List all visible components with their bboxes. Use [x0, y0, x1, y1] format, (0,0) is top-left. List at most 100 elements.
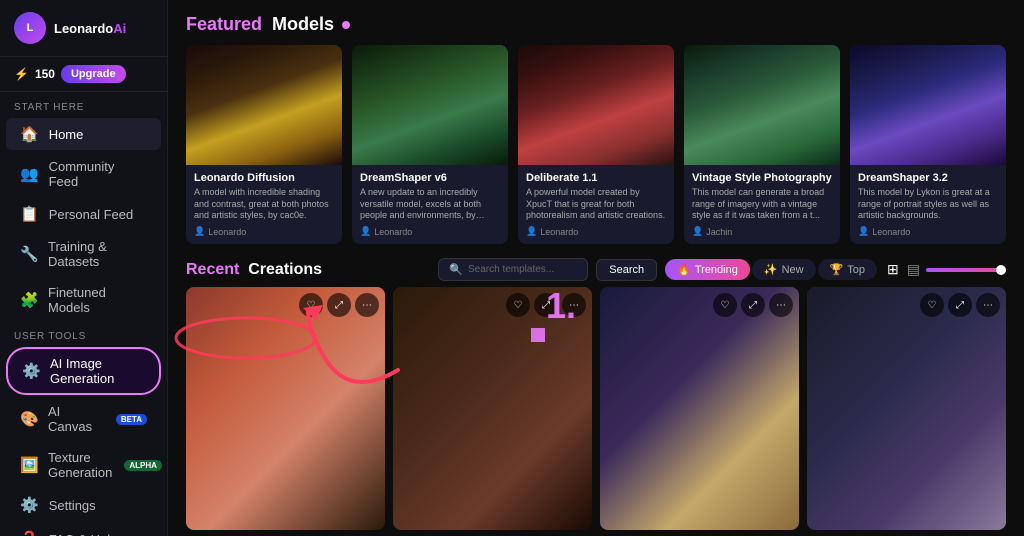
image-2 — [600, 287, 799, 530]
featured-grid: Leonardo Diffusion A model with incredib… — [186, 45, 1006, 244]
image-3 — [807, 287, 1006, 530]
sidebar: L LeonardoAi ⚡ 150 Upgrade Start Here 🏠 … — [0, 0, 168, 536]
token-icon: ⚡ — [14, 67, 29, 81]
model-card-name-0: Leonardo Diffusion — [194, 172, 334, 184]
sidebar-item-label: Home — [49, 127, 84, 142]
model-card-1[interactable]: DreamShaper v6 A new update to an incred… — [352, 45, 508, 244]
token-count: 150 — [35, 67, 55, 81]
finetuned-icon: 🧩 — [20, 291, 38, 309]
model-card-info-4: DreamShaper 3.2 This model by Lykon is g… — [850, 165, 1006, 244]
sidebar-item-texture[interactable]: 🖼️ Texture Generation ALPHA — [6, 443, 161, 487]
expand-button-0[interactable]: ⤢ — [327, 293, 351, 317]
sidebar-item-label: Training & Datasets — [48, 239, 147, 269]
author-icon-4: 👤 — [858, 226, 869, 237]
model-card-3[interactable]: Vintage Style Photography This model can… — [684, 45, 840, 244]
model-card-desc-2: A powerful model created by XpucT that i… — [526, 187, 666, 222]
more-button-3[interactable]: ⋯ — [976, 293, 1000, 317]
like-button-1[interactable]: ♡ — [506, 293, 530, 317]
settings-icon: ⚙️ — [20, 496, 39, 514]
author-icon-0: 👤 — [194, 226, 205, 237]
logo-text: LeonardoAi — [54, 21, 126, 36]
beta-badge: BETA — [116, 414, 147, 425]
grid-view-button[interactable]: ⊞ — [885, 259, 901, 280]
model-card-author-1: 👤 Leonardo — [360, 226, 500, 237]
image-overlay-2: ♡ ⤢ ⋯ — [713, 293, 793, 317]
training-icon: 🔧 — [20, 245, 38, 263]
search-button[interactable]: Search — [596, 259, 657, 281]
tab-new[interactable]: ✨ New — [752, 259, 816, 280]
avatar: L — [14, 12, 46, 44]
image-0 — [186, 287, 385, 530]
search-icon: 🔍 — [449, 263, 463, 276]
sidebar-item-personal-feed[interactable]: 📋 Personal Feed — [6, 198, 161, 230]
sidebar-item-ai-image[interactable]: ⚙️ AI Image Generation — [6, 347, 161, 395]
recent-highlight: Recent — [186, 261, 239, 278]
top-icon: 🏆 — [830, 263, 844, 276]
upgrade-button[interactable]: Upgrade — [61, 65, 126, 83]
sidebar-item-label: Settings — [49, 498, 96, 513]
model-card-image-0 — [186, 45, 342, 165]
home-icon: 🏠 — [20, 125, 39, 143]
model-card-author-4: 👤 Leonardo — [858, 226, 998, 237]
new-icon: ✨ — [764, 263, 778, 276]
sidebar-item-label: Personal Feed — [49, 207, 134, 222]
model-card-2[interactable]: Deliberate 1.1 A powerful model created … — [518, 45, 674, 244]
model-card-name-3: Vintage Style Photography — [692, 172, 832, 184]
sidebar-item-ai-canvas[interactable]: 🎨 AI Canvas BETA — [6, 397, 161, 441]
more-button-1[interactable]: ⋯ — [562, 293, 586, 317]
tab-trending[interactable]: 🔥 Trending — [665, 259, 750, 280]
search-bar[interactable]: 🔍 Search templates... — [438, 258, 588, 281]
expand-button-1[interactable]: ⤢ — [534, 293, 558, 317]
model-card-name-4: DreamShaper 3.2 — [858, 172, 998, 184]
featured-section: Featured Models Leonardo Diffusion A mod… — [168, 0, 1024, 252]
model-card-author-2: 👤 Leonardo — [526, 226, 666, 237]
image-overlay-1: ♡ ⤢ ⋯ — [506, 293, 586, 317]
model-card-info-2: Deliberate 1.1 A powerful model created … — [518, 165, 674, 244]
community-icon: 👥 — [20, 165, 39, 183]
model-card-0[interactable]: Leonardo Diffusion A model with incredib… — [186, 45, 342, 244]
sidebar-item-label: Texture Generation — [48, 450, 112, 480]
like-button-3[interactable]: ♡ — [920, 293, 944, 317]
model-card-desc-0: A model with incredible shading and cont… — [194, 187, 334, 222]
model-card-author-3: 👤 Jachin — [692, 226, 832, 237]
sidebar-item-label: AI Canvas — [48, 404, 104, 434]
author-icon-1: 👤 — [360, 226, 371, 237]
view-controls: ⊞ ▤ — [885, 259, 1006, 280]
sidebar-item-training[interactable]: 🔧 Training & Datasets — [6, 232, 161, 276]
sidebar-item-label: FAQ & Help — [49, 532, 118, 536]
recent-title: Recent Creations — [186, 261, 322, 279]
like-button-0[interactable]: ♡ — [299, 293, 323, 317]
model-card-author-0: 👤 Leonardo — [194, 226, 334, 237]
search-placeholder: Search templates... — [468, 264, 554, 275]
expand-button-2[interactable]: ⤢ — [741, 293, 765, 317]
models-word: Models — [272, 14, 334, 34]
expand-button-3[interactable]: ⤢ — [948, 293, 972, 317]
image-overlay-3: ♡ ⤢ ⋯ — [920, 293, 1000, 317]
image-card-0[interactable]: ♡ ⤢ ⋯ — [186, 287, 385, 530]
sidebar-item-community-feed[interactable]: 👥 Community Feed — [6, 152, 161, 196]
image-card-2[interactable]: ♡ ⤢ ⋯ — [600, 287, 799, 530]
sidebar-item-label: AI Image Generation — [50, 356, 145, 386]
sidebar-item-settings[interactable]: ⚙️ Settings — [6, 489, 161, 521]
trending-icon: 🔥 — [677, 263, 691, 276]
sidebar-item-finetuned[interactable]: 🧩 Finetuned Models — [6, 278, 161, 322]
sidebar-item-home[interactable]: 🏠 Home — [6, 118, 161, 150]
list-view-button[interactable]: ▤ — [905, 259, 922, 280]
model-card-info-3: Vintage Style Photography This model can… — [684, 165, 840, 244]
model-card-desc-3: This model can generate a broad range of… — [692, 187, 832, 222]
like-button-2[interactable]: ♡ — [713, 293, 737, 317]
image-1 — [393, 287, 592, 530]
tab-top[interactable]: 🏆 Top — [818, 259, 877, 280]
sidebar-item-label: Community Feed — [49, 159, 147, 189]
more-button-0[interactable]: ⋯ — [355, 293, 379, 317]
image-card-1[interactable]: ♡ ⤢ ⋯ — [393, 287, 592, 530]
size-slider[interactable] — [926, 268, 1006, 272]
featured-title-text: Featured Models — [186, 14, 334, 35]
creations-word: Creations — [248, 261, 322, 278]
sidebar-item-faq[interactable]: ❓ FAQ & Help — [6, 523, 161, 536]
token-bar: ⚡ 150 Upgrade — [0, 57, 167, 92]
more-button-2[interactable]: ⋯ — [769, 293, 793, 317]
model-card-4[interactable]: DreamShaper 3.2 This model by Lykon is g… — [850, 45, 1006, 244]
faq-icon: ❓ — [20, 530, 39, 536]
image-card-3[interactable]: ♡ ⤢ ⋯ — [807, 287, 1006, 530]
